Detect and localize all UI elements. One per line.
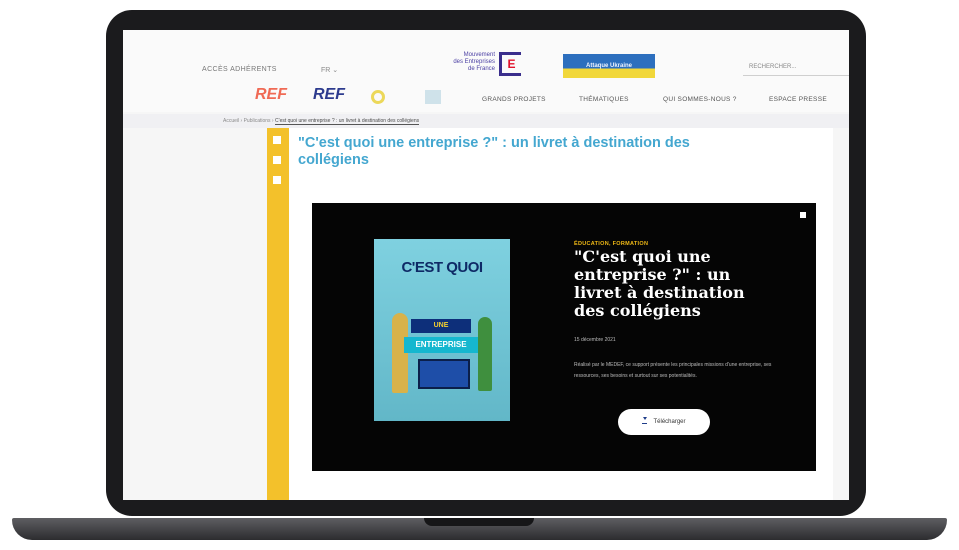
download-button[interactable]: Télécharger [618, 409, 710, 435]
breadcrumb-current: C'est quoi une entreprise ? : un livret … [275, 118, 420, 125]
ref-logo-1[interactable]: REF [255, 86, 287, 104]
share-icon-3[interactable] [273, 176, 281, 184]
laptop-screen: ACCÈS ADHÉRENTS FR ⌄ Mouvement des Entre… [123, 30, 849, 500]
nav-espace-presse[interactable]: ESPACE PRESSE [769, 96, 827, 103]
medef-logo[interactable]: Mouvement des Entreprises de France E [445, 50, 521, 78]
header-nav [123, 78, 849, 112]
download-label: Télécharger [653, 419, 686, 425]
book-cover: C'EST QUOI UNE ENTREPRISE [374, 239, 510, 421]
ref-logo-2[interactable]: REF [313, 86, 345, 104]
medef-logo-text: Mouvement des Entreprises de France [453, 52, 495, 72]
laptop-notch [424, 518, 534, 526]
modal-date: 15 décembre 2021 [574, 337, 616, 343]
share-icon-2[interactable] [273, 156, 281, 164]
share-icon-1[interactable] [273, 136, 281, 144]
breadcrumb: Accueil › Publications › C'est quoi une … [123, 114, 849, 128]
search-input[interactable]: RECHERCHER... [743, 58, 849, 76]
close-icon[interactable] [800, 212, 806, 218]
acces-adherents-link[interactable]: ACCÈS ADHÉRENTS [202, 66, 277, 73]
book-sub: UNE [411, 319, 471, 333]
ring-logo-icon[interactable] [371, 90, 385, 104]
nav-thematiques[interactable]: THÉMATIQUES [579, 96, 629, 103]
download-icon [642, 417, 648, 425]
tablet-figure-icon [418, 359, 470, 389]
page-title: "C'est quoi une entreprise ?" : un livre… [298, 135, 690, 168]
man-figure-icon [392, 313, 408, 393]
ukraine-banner[interactable]: Attaque Ukraine [563, 54, 655, 80]
square-logo-icon[interactable] [425, 90, 441, 104]
breadcrumb-text: Accueil › Publications › C'est quoi une … [223, 118, 420, 125]
medef-e-icon: E [499, 52, 521, 76]
breadcrumb-publications[interactable]: Publications [244, 118, 271, 124]
woman-figure-icon [478, 317, 492, 391]
language-select[interactable]: FR ⌄ [321, 66, 338, 74]
nav-qui-sommes-nous[interactable]: QUI SOMMES-NOUS ? [663, 96, 737, 103]
book-word: ENTREPRISE [404, 337, 478, 353]
modal-title: "C'est quoi une entreprise ?" : un livre… [574, 247, 745, 320]
book-title: C'EST QUOI [401, 259, 483, 276]
modal-description: Réalisé par le MEDEF, ce support présent… [574, 362, 772, 379]
nav-grands-projets[interactable]: GRANDS PROJETS [482, 96, 546, 103]
breadcrumb-home[interactable]: Accueil [223, 118, 239, 124]
